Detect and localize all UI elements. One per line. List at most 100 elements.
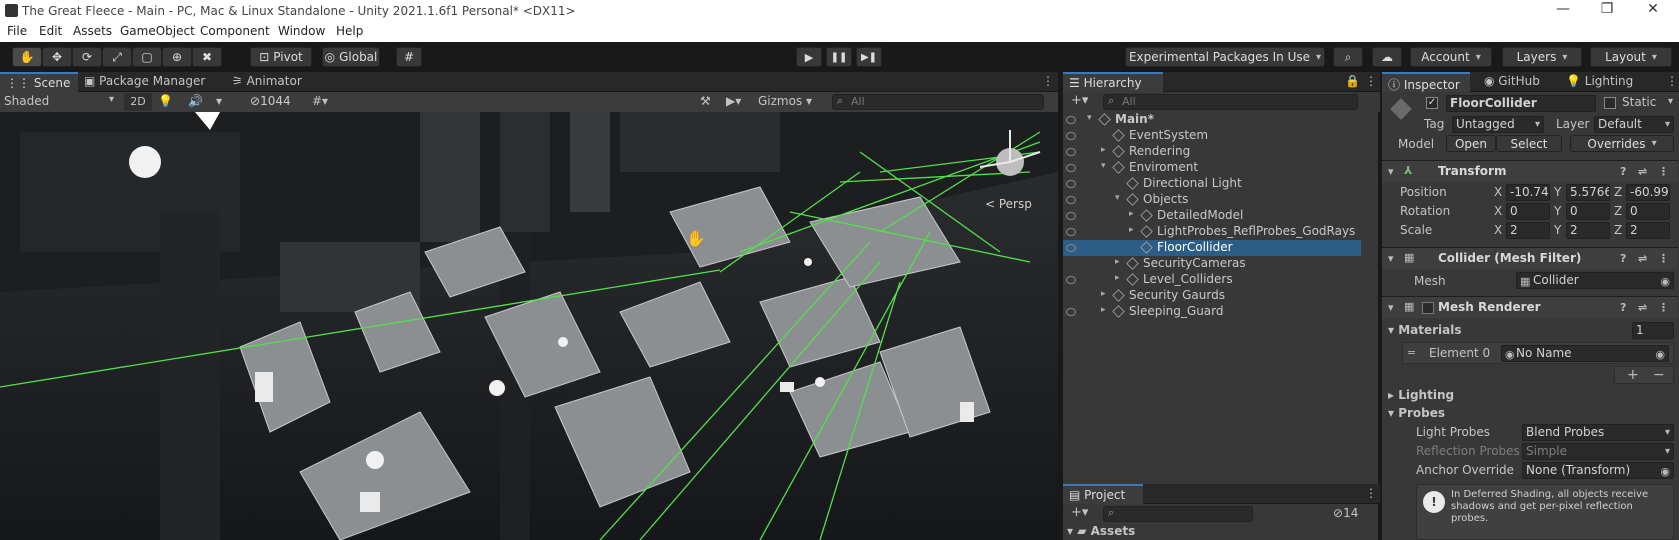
visibility-eye-icon[interactable] — [1066, 212, 1076, 220]
hidden-objects-toggle[interactable]: ⊘1044 — [250, 94, 291, 108]
visibility-eye-icon[interactable] — [1066, 308, 1076, 316]
maximize-button[interactable]: ❐ — [1597, 1, 1617, 17]
component-menu-icon[interactable]: ⋮ — [1658, 252, 1669, 265]
gameobject-name-field[interactable]: FloorCollider — [1446, 95, 1596, 112]
pivot-toggle[interactable]: ⊡ Pivot — [250, 47, 312, 67]
material-field[interactable]: ◉ No Name ◉ — [1501, 345, 1669, 362]
layout-dropdown[interactable]: Layout — [1590, 47, 1672, 67]
visibility-eye-icon[interactable] — [1066, 116, 1076, 124]
mesh-filter-header[interactable]: ▾ ▦ Collider (Mesh Filter) ? ⇌ ⋮ — [1382, 247, 1678, 269]
tab-hierarchy[interactable]: ☰ Hierarchy — [1063, 72, 1163, 92]
rotation-x-field[interactable]: 0 — [1506, 203, 1550, 220]
pause-button[interactable]: ❚❚ — [826, 47, 852, 67]
scene-viewport[interactable]: < Persp ✋ — [0, 112, 1058, 540]
project-create-button[interactable]: +▾ — [1071, 505, 1088, 520]
overrides-dropdown[interactable]: Overrides — [1570, 135, 1674, 152]
hierarchy-item[interactable]: ▸ Rendering — [1063, 144, 1361, 160]
collapse-arrow-icon[interactable]: ▸ — [1129, 225, 1134, 235]
menu-assets[interactable]: Assets — [73, 24, 112, 38]
position-x-field[interactable]: -10.743 — [1506, 184, 1550, 201]
collab-button[interactable]: ☁ — [1372, 47, 1402, 67]
transform-tool-button[interactable]: ⊕ — [162, 47, 192, 67]
tab-project[interactable]: ▤ Project — [1063, 484, 1143, 504]
collapse-arrow-icon[interactable]: ▸ — [1101, 305, 1106, 315]
component-menu-icon[interactable]: ⋮ — [1658, 165, 1669, 178]
menu-gameobject[interactable]: GameObject — [120, 24, 195, 38]
expand-arrow-icon[interactable]: ▾ — [1115, 193, 1120, 203]
tab-github[interactable]: ◉ GitHub — [1478, 72, 1546, 92]
tab-package-manager[interactable]: ▣ Package Manager — [78, 72, 211, 92]
hierarchy-search-input[interactable]: All — [1103, 94, 1358, 110]
collapse-arrow-icon[interactable]: ▸ — [1101, 289, 1106, 299]
hierarchy-item[interactable]: ▸ Security Gaurds — [1063, 288, 1361, 304]
grid-snap-button[interactable]: # — [396, 47, 422, 67]
object-picker-icon[interactable]: ◉ — [1655, 347, 1665, 361]
collapse-arrow-icon[interactable]: ▸ — [1115, 257, 1120, 267]
scene-panel-menu-icon[interactable]: ⋮ — [1036, 72, 1060, 92]
custom-tool-button[interactable]: ✖ — [192, 47, 222, 67]
search-button[interactable]: ⌕ — [1333, 47, 1363, 67]
model-select-button[interactable]: Select — [1496, 135, 1562, 152]
play-button[interactable]: ▶ — [796, 47, 822, 67]
visibility-eye-icon[interactable] — [1066, 180, 1076, 188]
transform-header[interactable]: ▾ ⅄ Transform ? ⇌ ⋮ — [1382, 160, 1678, 182]
model-open-button[interactable]: Open — [1446, 135, 1496, 152]
rotate-tool-button[interactable]: ⟳ — [72, 47, 102, 67]
presets-icon[interactable]: ⇌ — [1638, 252, 1647, 265]
collapse-arrow-icon[interactable]: ▸ — [1115, 273, 1120, 283]
tab-animator[interactable]: ⚞ Animator — [226, 72, 308, 92]
presets-icon[interactable]: ⇌ — [1638, 165, 1647, 178]
materials-foldout[interactable]: ▾ Materials — [1388, 323, 1462, 337]
project-search-input[interactable] — [1103, 506, 1253, 522]
visibility-eye-icon[interactable] — [1066, 164, 1076, 172]
visibility-eye-icon[interactable] — [1066, 244, 1076, 252]
assets-folder[interactable]: ▾ ▰ Assets — [1067, 524, 1135, 538]
mesh-renderer-enabled-checkbox[interactable] — [1422, 302, 1434, 314]
collapse-arrow-icon[interactable]: ▸ — [1129, 209, 1134, 219]
menu-component[interactable]: Component — [200, 24, 270, 38]
tag-dropdown[interactable]: Untagged — [1452, 116, 1544, 133]
help-icon[interactable]: ? — [1620, 252, 1626, 265]
menu-help[interactable]: Help — [336, 24, 363, 38]
expand-arrow-icon[interactable]: ▾ — [1087, 113, 1092, 123]
mesh-renderer-header[interactable]: ▾ ▦ Mesh Renderer ? ⇌ ⋮ — [1382, 296, 1678, 318]
static-dropdown-icon[interactable]: ▾ — [1668, 96, 1673, 107]
anchor-override-field[interactable]: None (Transform) ◉ — [1522, 462, 1674, 479]
effects-toggle-icon[interactable]: ▾ — [216, 94, 222, 108]
close-button[interactable]: ✕ — [1643, 1, 1663, 17]
hierarchy-item[interactable]: ▾ Objects — [1063, 192, 1361, 208]
gizmos-dropdown[interactable]: Gizmos ▾ — [758, 94, 812, 108]
scale-y-field[interactable]: 2 — [1566, 222, 1610, 239]
grid-visibility-icon[interactable]: #▾ — [312, 94, 328, 108]
lighting-foldout[interactable]: ▸ Lighting — [1388, 388, 1454, 402]
collapse-arrow-icon[interactable]: ▸ — [1101, 145, 1106, 155]
component-menu-icon[interactable]: ⋮ — [1658, 301, 1669, 314]
add-element-button[interactable]: + — [1627, 367, 1639, 383]
persp-label[interactable]: < Persp — [985, 197, 1032, 211]
object-picker-icon[interactable]: ◉ — [1660, 274, 1670, 288]
audio-toggle-icon[interactable]: 🔊 — [188, 94, 203, 108]
experimental-packages-button[interactable]: Experimental Packages In Use — [1125, 47, 1325, 67]
hierarchy-item[interactable]: ▾ Enviroment — [1063, 160, 1361, 176]
hierarchy-item[interactable]: ▾ Main* — [1063, 112, 1361, 128]
expand-arrow-icon[interactable]: ▾ — [1101, 161, 1106, 171]
rotation-z-field[interactable]: 0 — [1626, 203, 1670, 220]
help-icon[interactable]: ? — [1620, 165, 1626, 178]
hierarchy-item[interactable]: EventSystem — [1063, 128, 1361, 144]
inspector-menu-icon[interactable]: ⋮ — [1660, 72, 1679, 92]
hierarchy-item[interactable]: ▸ Level_Colliders — [1063, 272, 1361, 288]
hierarchy-item[interactable]: FloorCollider — [1063, 240, 1361, 256]
position-y-field[interactable]: 5.5766 — [1566, 184, 1610, 201]
hierarchy-item[interactable]: ▸ SecurityCameras — [1063, 256, 1361, 272]
account-dropdown[interactable]: Account — [1410, 47, 1492, 67]
light-probes-dropdown[interactable]: Blend Probes — [1522, 424, 1674, 441]
scene-search-input[interactable]: All — [832, 94, 1044, 110]
materials-size-field[interactable]: 1 — [1632, 322, 1674, 339]
step-button[interactable]: ▶❚ — [856, 47, 882, 67]
tools-icon[interactable]: ⚒ — [700, 94, 711, 108]
menu-edit[interactable]: Edit — [39, 24, 62, 38]
menu-file[interactable]: File — [7, 24, 27, 38]
layer-dropdown[interactable]: Default — [1594, 116, 1674, 133]
visibility-eye-icon[interactable] — [1066, 148, 1076, 156]
scale-tool-button[interactable]: ⤢ — [102, 47, 132, 67]
